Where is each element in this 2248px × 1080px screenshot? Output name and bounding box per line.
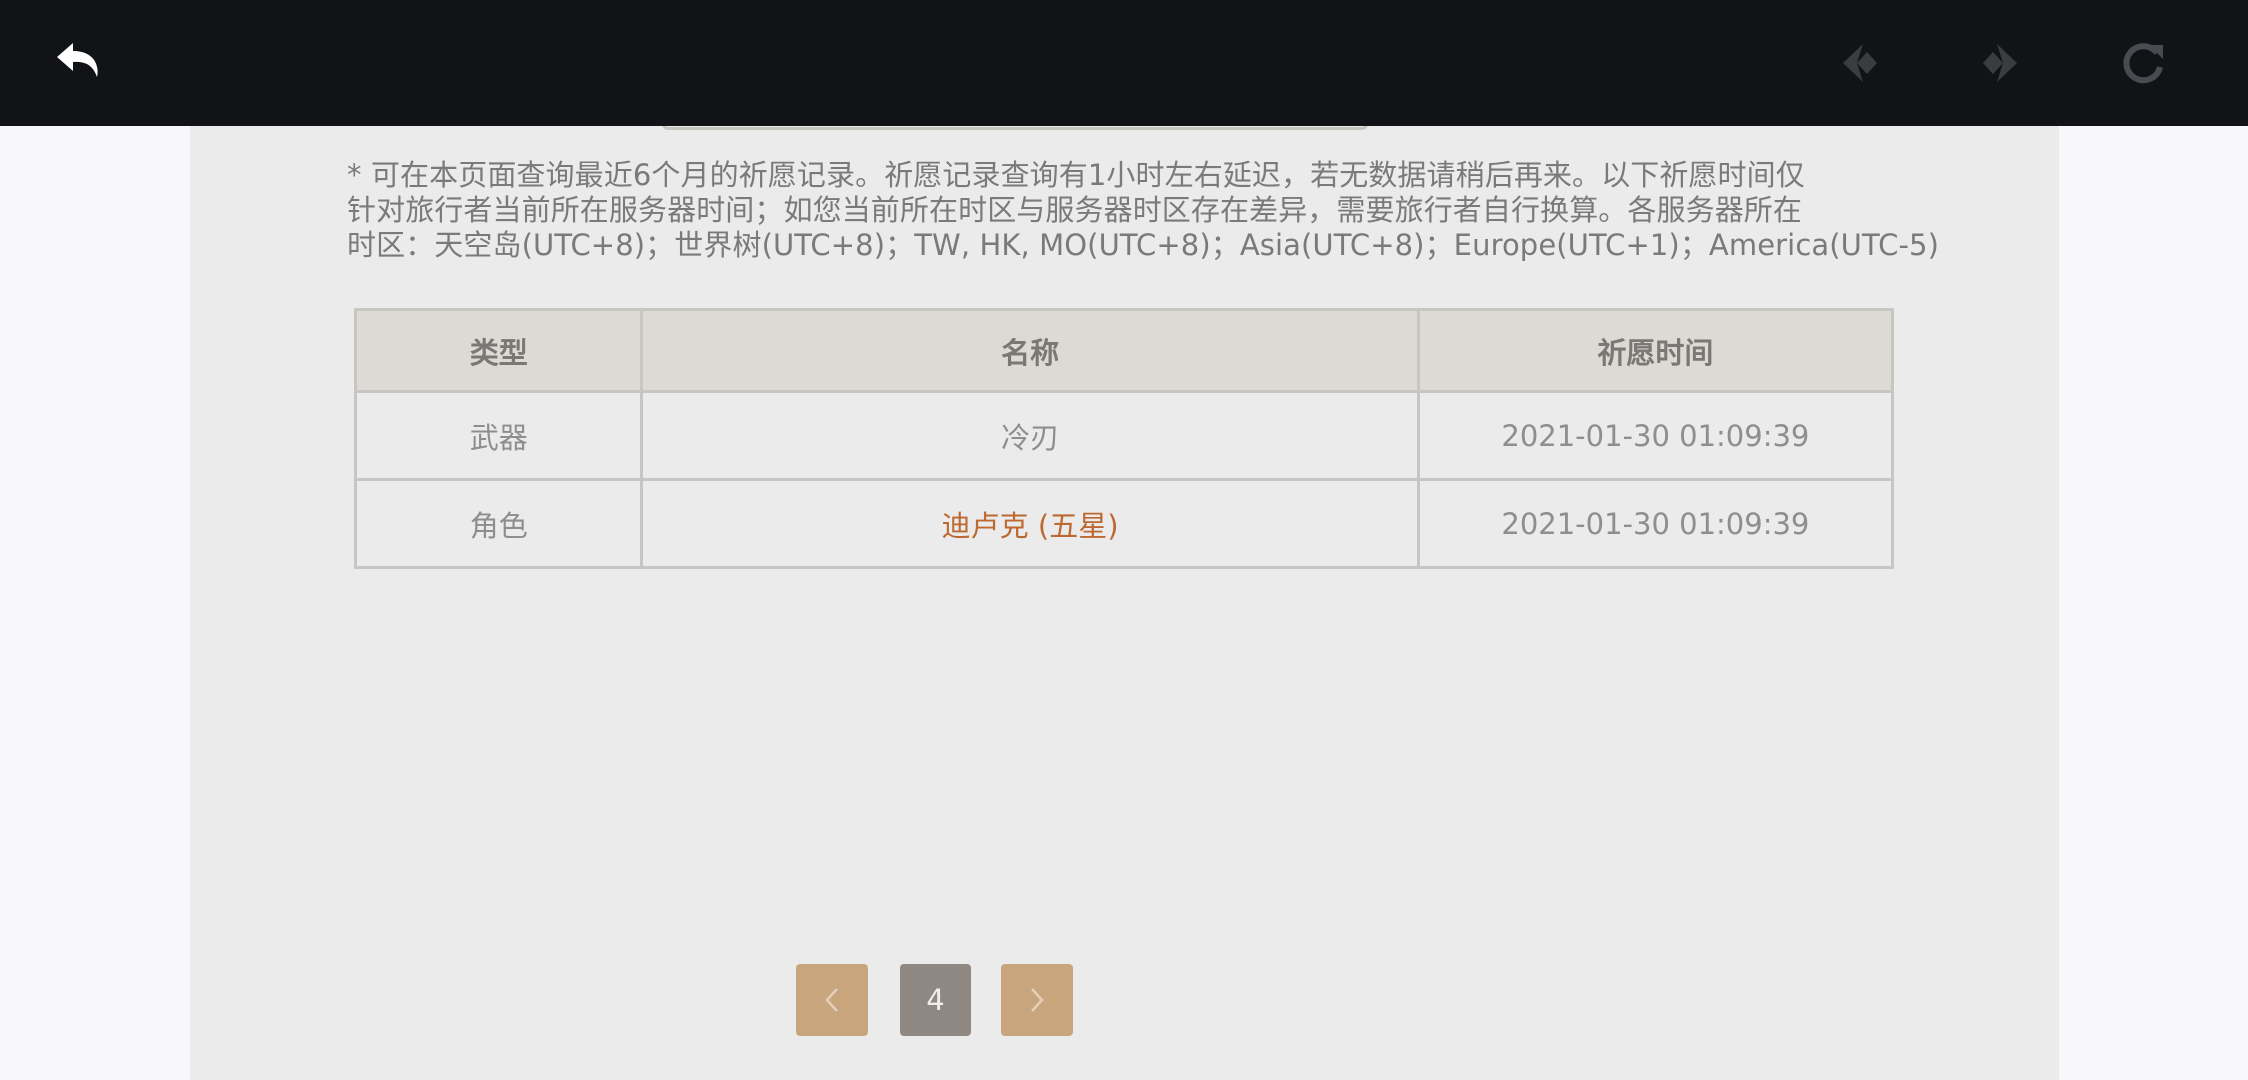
back-button[interactable]: [49, 33, 109, 93]
wish-history-panel: * 可在本页面查询最近6个月的祈愿记录。祈愿记录查询有1小时左右延迟，若无数据请…: [190, 0, 2059, 1080]
next-page-button[interactable]: [1001, 964, 1073, 1036]
header-time: 祈愿时间: [1416, 308, 1895, 393]
nav-prev-button[interactable]: [1830, 33, 1890, 93]
notice-line: 时区：天空岛(UTC+8)；世界树(UTC+8)；TW, HK, MO(UTC+…: [347, 228, 1939, 262]
notice-line: 针对旅行者当前所在服务器时间；如您当前所在时区与服务器时区存在差异，需要旅行者自…: [347, 193, 1803, 227]
header-type: 类型: [353, 308, 644, 393]
cell-type: 武器: [353, 390, 644, 481]
chevron-right-icon: [1031, 988, 1044, 1012]
undo-arrow-icon: [57, 43, 98, 77]
table-row: 角色 迪卢克 (五星) 2021-01-30 01:09:39: [353, 478, 1895, 569]
wish-records-table: 类型 名称 祈愿时间 武器 冷刃 2021-01-30 01:09:39 角色 …: [353, 308, 1895, 569]
cell-name: 冷刃: [640, 390, 1420, 481]
current-page-indicator: 4: [900, 964, 971, 1036]
cell-name-five-star: 迪卢克 (五星): [640, 478, 1420, 569]
nav-next-button[interactable]: [1970, 33, 2030, 93]
table-row: 武器 冷刃 2021-01-30 01:09:39: [353, 390, 1895, 481]
cell-time: 2021-01-30 01:09:39: [1416, 478, 1895, 569]
chevron-left-icon: [825, 988, 838, 1012]
refresh-button[interactable]: [2113, 33, 2173, 93]
prev-diamond-icon: [1843, 44, 1877, 82]
cell-type: 角色: [353, 478, 644, 569]
header-name: 名称: [640, 308, 1420, 393]
cell-time: 2021-01-30 01:09:39: [1416, 390, 1895, 481]
notice-text: * 可在本页面查询最近6个月的祈愿记录。祈愿记录查询有1小时左右延迟，若无数据请…: [347, 158, 1939, 263]
next-diamond-icon: [1983, 44, 2017, 82]
notice-line: * 可在本页面查询最近6个月的祈愿记录。祈愿记录查询有1小时左右延迟，若无数据请…: [347, 158, 1805, 192]
refresh-icon: [2123, 43, 2163, 84]
table-header-row: 类型 名称 祈愿时间: [353, 308, 1895, 393]
browser-toolbar: [0, 0, 2248, 126]
prev-page-button[interactable]: [796, 964, 868, 1036]
